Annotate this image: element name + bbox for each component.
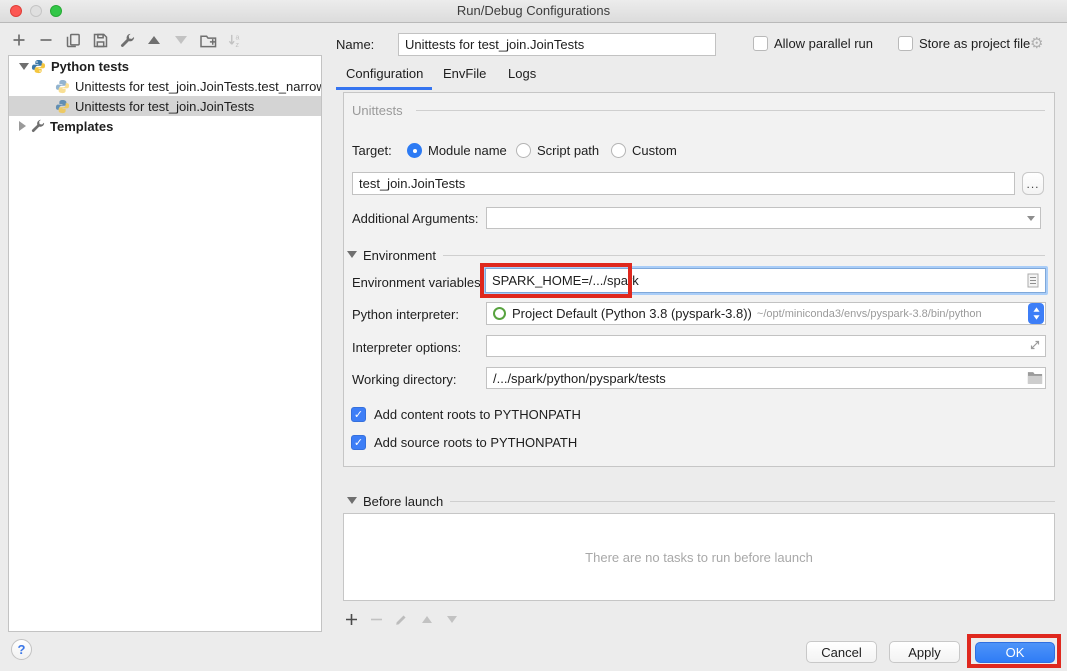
edit-task-icon <box>394 612 409 627</box>
tree-item-label: Python tests <box>51 59 129 74</box>
before-launch-task-list: There are no tasks to run before launch <box>343 513 1055 601</box>
additional-arguments-label: Additional Arguments: <box>352 211 478 227</box>
gear-icon[interactable]: ⚙ <box>1030 36 1043 51</box>
python-icon <box>55 79 70 94</box>
working-directory-input[interactable] <box>486 367 1046 389</box>
window-title: Run/Debug Configurations <box>0 3 1067 18</box>
environment-collapse-icon[interactable] <box>347 251 357 258</box>
tree-item-templates[interactable]: Templates <box>9 116 321 136</box>
add-source-roots-label: Add source roots to PYTHONPATH <box>374 435 577 451</box>
target-script-path-radio[interactable] <box>516 143 531 158</box>
ok-button[interactable]: OK <box>975 642 1055 663</box>
environment-variables-input[interactable] <box>485 268 1046 293</box>
python-interpreter-path: ~/opt/miniconda3/envs/pyspark-3.8/bin/py… <box>757 308 982 320</box>
apply-button[interactable]: Apply <box>889 641 960 663</box>
add-content-roots-checkbox[interactable]: ✓ <box>351 407 366 422</box>
tree-item-test-narrow[interactable]: Unittests for test_join.JoinTests.test_n… <box>9 76 321 96</box>
cancel-button[interactable]: Cancel <box>806 641 877 663</box>
working-directory-label: Working directory: <box>352 372 457 388</box>
python-icon <box>31 59 46 74</box>
python-interpreter-value: Project Default (Python 3.8 (pyspark-3.8… <box>512 306 752 321</box>
folder-icon[interactable] <box>1027 371 1043 384</box>
expand-collapse-icon[interactable] <box>19 63 31 70</box>
add-source-roots-checkbox[interactable]: ✓ <box>351 435 366 450</box>
target-module-name-label: Module name <box>428 143 507 159</box>
environment-variables-label: Environment variables: <box>352 275 484 291</box>
python-interpreter-label: Python interpreter: <box>352 307 459 323</box>
move-down-icon[interactable] <box>172 31 190 49</box>
additional-arguments-input[interactable] <box>486 207 1041 229</box>
python-icon <box>55 99 70 114</box>
browse-button[interactable]: ... <box>1022 172 1044 195</box>
run-debug-configurations-dialog: Run/Debug Configurations az Python tests… <box>0 0 1067 671</box>
new-folder-icon[interactable] <box>199 31 217 49</box>
allow-parallel-run-checkbox[interactable] <box>753 36 768 51</box>
name-label: Name: <box>336 37 374 53</box>
before-launch-section-title: Before launch <box>363 494 443 510</box>
interpreter-options-label: Interpreter options: <box>352 340 461 356</box>
target-custom-label: Custom <box>632 143 677 159</box>
target-label: Target: <box>352 143 392 159</box>
wrench-icon <box>31 119 45 133</box>
move-task-down-icon <box>444 612 459 627</box>
interpreter-options-input[interactable] <box>486 335 1046 357</box>
section-divider <box>450 501 1055 502</box>
conda-env-icon <box>493 307 506 320</box>
list-icon[interactable] <box>1027 273 1039 288</box>
copy-icon[interactable] <box>64 31 82 49</box>
unittests-group-title: Unittests <box>352 103 403 119</box>
chevron-down-icon[interactable] <box>1027 216 1035 221</box>
before-launch-empty-message: There are no tasks to run before launch <box>585 550 813 565</box>
store-as-project-file-label: Store as project file <box>919 36 1030 52</box>
remove-icon[interactable] <box>37 31 55 49</box>
configurations-toolbar: az <box>10 30 244 50</box>
move-up-icon[interactable] <box>145 31 163 49</box>
configurations-tree: Python tests Unittests for test_join.Joi… <box>8 55 322 632</box>
before-launch-collapse-icon[interactable] <box>347 497 357 504</box>
section-divider <box>443 255 1045 256</box>
tree-item-label: Unittests for test_join.JoinTests.test_n… <box>75 79 321 94</box>
name-input[interactable] <box>398 33 716 56</box>
select-stepper-icon[interactable] <box>1028 303 1044 324</box>
environment-section-title: Environment <box>363 248 436 264</box>
add-icon[interactable] <box>10 31 28 49</box>
target-script-path-label: Script path <box>537 143 599 159</box>
help-button[interactable]: ? <box>11 639 32 660</box>
module-name-input[interactable] <box>352 172 1015 195</box>
tree-item-python-tests[interactable]: Python tests <box>9 56 321 76</box>
add-content-roots-label: Add content roots to PYTHONPATH <box>374 407 581 423</box>
save-icon[interactable] <box>91 31 109 49</box>
tab-envfile[interactable]: EnvFile <box>443 66 486 86</box>
group-divider <box>416 110 1045 111</box>
allow-parallel-run-label: Allow parallel run <box>774 36 873 52</box>
before-launch-toolbar <box>344 612 459 627</box>
move-task-up-icon <box>419 612 434 627</box>
svg-text:a: a <box>235 34 239 41</box>
add-task-icon[interactable] <box>344 612 359 627</box>
expand-collapse-icon[interactable] <box>19 121 31 131</box>
tab-logs[interactable]: Logs <box>508 66 536 86</box>
expand-field-icon[interactable] <box>1029 339 1041 351</box>
tree-item-jointests-selected[interactable]: Unittests for test_join.JoinTests <box>9 96 321 116</box>
tree-item-label: Unittests for test_join.JoinTests <box>75 99 254 114</box>
python-interpreter-select[interactable]: Project Default (Python 3.8 (pyspark-3.8… <box>486 302 1046 325</box>
tab-configuration[interactable]: Configuration <box>346 66 423 86</box>
target-module-name-radio[interactable] <box>407 143 422 158</box>
tree-item-label: Templates <box>50 119 113 134</box>
target-custom-radio[interactable] <box>611 143 626 158</box>
store-as-project-file-checkbox[interactable] <box>898 36 913 51</box>
titlebar: Run/Debug Configurations <box>0 0 1067 23</box>
active-tab-indicator <box>336 87 432 90</box>
wrench-icon[interactable] <box>118 31 136 49</box>
svg-text:z: z <box>235 42 239 48</box>
remove-task-icon <box>369 612 384 627</box>
sort-alphabetically-icon: az <box>226 31 244 49</box>
